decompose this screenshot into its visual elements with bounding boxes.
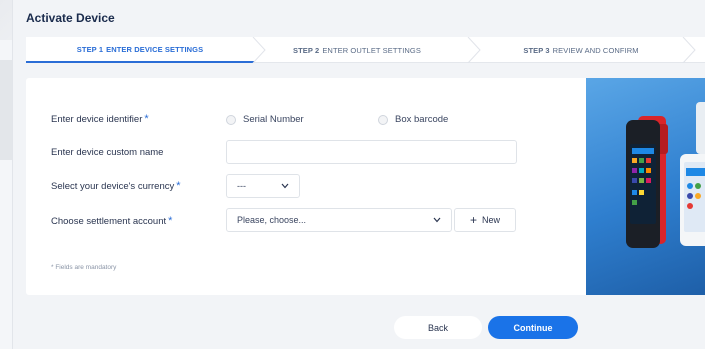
new-settlement-account-button[interactable]: + New: [454, 208, 516, 232]
serial-number-radio[interactable]: [226, 114, 236, 125]
mandatory-fields-note: * Fields are mandatory: [51, 264, 117, 271]
custom-name-label: Enter device custom name: [51, 147, 164, 158]
back-button[interactable]: Back: [394, 316, 482, 339]
custom-name-input[interactable]: [226, 140, 517, 164]
step-separator-icon: [467, 37, 481, 63]
required-mark: *: [168, 215, 173, 227]
step-number: STEP 2: [293, 45, 320, 55]
pos-terminal-image: [626, 102, 705, 248]
new-button-label: New: [482, 215, 501, 225]
continue-button[interactable]: Continue: [488, 316, 578, 339]
required-mark: *: [176, 180, 181, 192]
plus-icon: +: [469, 213, 477, 227]
step-separator-icon: [252, 37, 266, 63]
settlement-value: Please, choose...: [237, 215, 307, 225]
step-number: STEP 3: [523, 45, 550, 55]
step-label: ENTER DEVICE SETTINGS: [106, 44, 204, 54]
chevron-down-icon: [281, 183, 289, 189]
serial-number-radio-option[interactable]: Serial Number: [226, 114, 304, 125]
box-barcode-radio-option[interactable]: Box barcode: [378, 114, 448, 125]
chevron-down-icon: [433, 217, 441, 223]
step-separator-icon: [682, 37, 696, 63]
step-label: ENTER OUTLET SETTINGS: [322, 45, 421, 55]
step-1-enter-device-settings[interactable]: STEP 1 ENTER DEVICE SETTINGS: [26, 37, 254, 63]
device-illustration: [586, 78, 705, 295]
required-mark: *: [144, 113, 149, 125]
settlement-account-label: Choose settlement account *: [51, 215, 173, 227]
currency-label: Select your device's currency *: [51, 180, 181, 192]
step-number: STEP 1: [76, 44, 104, 54]
box-barcode-radio[interactable]: [378, 114, 388, 125]
stepper: STEP 1 ENTER DEVICE SETTINGS STEP 2 ENTE…: [26, 37, 705, 63]
step-2-enter-outlet-settings[interactable]: STEP 2 ENTER OUTLET SETTINGS: [272, 37, 442, 63]
step-3-review-and-confirm[interactable]: STEP 3 REVIEW AND CONFIRM: [486, 37, 676, 63]
currency-select[interactable]: ---: [226, 174, 300, 198]
settlement-account-select[interactable]: Please, choose...: [226, 208, 452, 232]
step-label: REVIEW AND CONFIRM: [552, 45, 639, 55]
device-settings-card: Enter device identifier * Serial Number B…: [26, 78, 705, 295]
currency-value: ---: [237, 181, 246, 191]
device-identifier-label: Enter device identifier *: [51, 113, 149, 125]
radio-label: Serial Number: [243, 114, 304, 125]
radio-label: Box barcode: [395, 114, 449, 125]
page-title: Activate Device: [26, 11, 115, 25]
